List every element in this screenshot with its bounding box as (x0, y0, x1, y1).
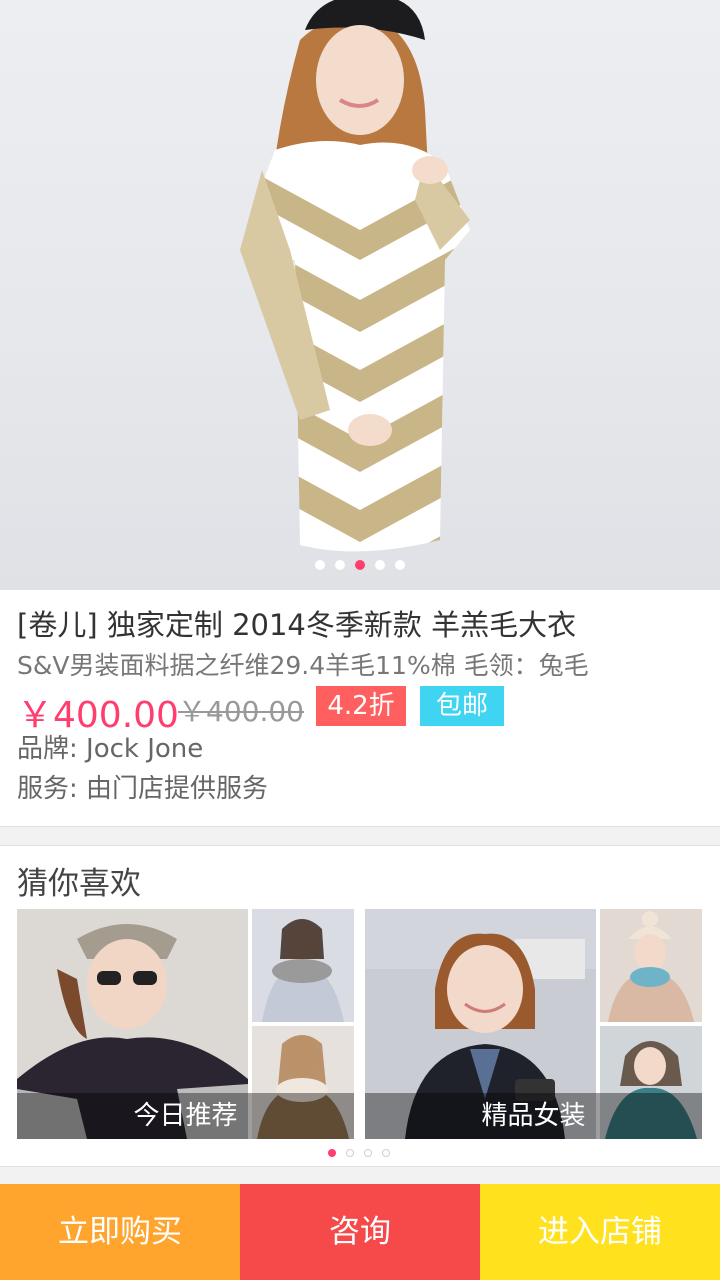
buy-now-button[interactable]: 立即购买 (0, 1184, 240, 1280)
pager-dot[interactable] (382, 1149, 390, 1157)
product-image-carousel[interactable] (0, 0, 720, 590)
pager-dot[interactable] (346, 1149, 354, 1157)
product-description: S&V男装面料据之纤维29.4羊毛11%棉 毛领：兔毛 (17, 651, 589, 680)
card-thumb-image (252, 909, 354, 1022)
recommend-title: 猜你喜欢 (17, 866, 141, 902)
carousel-dot[interactable] (395, 560, 405, 570)
pager-dot-active[interactable] (328, 1149, 336, 1157)
carousel-dot-active[interactable] (355, 560, 365, 570)
service-label: 服务: 由门店提供服务 (17, 774, 269, 804)
product-photo (240, 0, 470, 552)
recommend-section: 猜你喜欢 今日推荐 精品女装 (0, 845, 720, 1167)
recommend-card-today[interactable]: 今日推荐 (17, 909, 354, 1139)
consult-button[interactable]: 咨询 (240, 1184, 480, 1280)
discount-badge: 4.2折 (316, 686, 406, 726)
brand-label: 品牌: Jock Jone (17, 734, 204, 764)
bottom-action-bar: 立即购买 咨询 进入店铺 (0, 1184, 720, 1280)
product-info: [卷儿] 独家定制 2014冬季新款 羊羔毛大衣 S&V男装面料据之纤维29.4… (0, 590, 720, 827)
recommend-card-women[interactable]: 精品女装 (365, 909, 702, 1139)
carousel-dot[interactable] (375, 560, 385, 570)
carousel-dot[interactable] (315, 560, 325, 570)
card-thumb-image (600, 909, 702, 1022)
card-caption: 今日推荐 (17, 1093, 354, 1139)
carousel-dot[interactable] (335, 560, 345, 570)
enter-store-button[interactable]: 进入店铺 (480, 1184, 720, 1280)
recommend-pager (0, 1149, 720, 1157)
product-title: [卷儿] 独家定制 2014冬季新款 羊羔毛大衣 (17, 608, 577, 642)
free-shipping-badge: 包邮 (420, 686, 504, 726)
original-price: ￥400.00 (178, 695, 304, 728)
pager-dot[interactable] (364, 1149, 372, 1157)
carousel-indicator (0, 560, 720, 570)
card-caption: 精品女装 (365, 1093, 702, 1139)
